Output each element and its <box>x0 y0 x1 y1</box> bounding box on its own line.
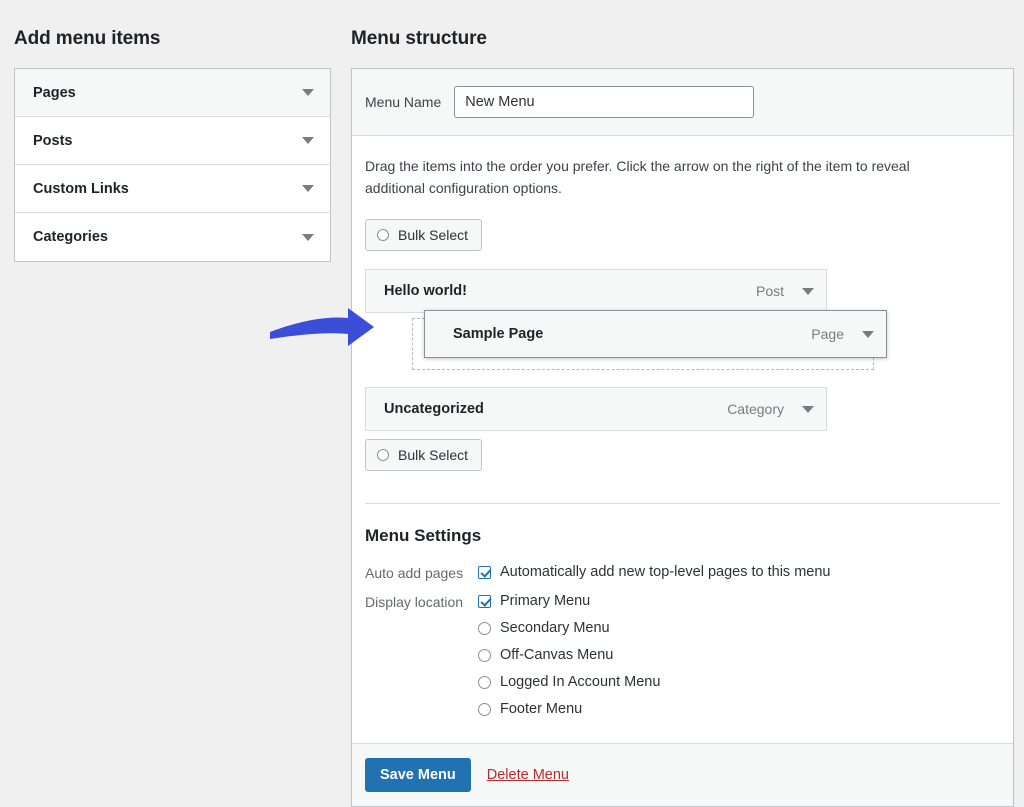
checkbox-label: Secondary Menu <box>500 620 610 637</box>
auto-add-pages-row: Auto add pages Automatically add new top… <box>365 564 1000 581</box>
checkbox-auto-add-pages[interactable]: Automatically add new top-level pages to… <box>478 564 830 580</box>
bulk-select-bottom-button[interactable]: Bulk Select <box>365 439 483 472</box>
add-menu-items-accordion: Pages Posts Custom Links Categories <box>14 68 331 262</box>
delete-menu-link[interactable]: Delete Menu <box>487 767 569 783</box>
bulk-select-top-button[interactable]: Bulk Select <box>365 219 483 252</box>
checkbox-icon-unchecked[interactable] <box>478 621 491 635</box>
menu-item-uncategorized[interactable]: Uncategorized Category <box>365 387 827 432</box>
checkbox-label: Off-Canvas Menu <box>500 647 614 664</box>
accordion-item-posts[interactable]: Posts <box>15 117 330 165</box>
menu-structure-panel: Menu structure Menu Name Drag the items … <box>351 28 1014 807</box>
menu-item-title: Hello world! <box>384 283 467 300</box>
drag-help-text: Drag the items into the order you prefer… <box>365 158 910 196</box>
checkbox-label: Automatically add new top-level pages to… <box>500 564 831 581</box>
chevron-down-icon[interactable] <box>302 233 314 241</box>
accordion-item-pages[interactable]: Pages <box>15 69 330 117</box>
menu-item-type: Post <box>755 283 784 300</box>
checkbox-label: Primary Menu <box>500 593 591 610</box>
panel-footer: Save Menu Delete Menu <box>352 743 1013 807</box>
menu-settings-title: Menu Settings <box>365 526 482 546</box>
menu-name-input[interactable] <box>454 86 755 118</box>
menu-item-type: Page <box>811 326 844 343</box>
checkbox-primary-menu[interactable]: Primary Menu <box>478 593 660 609</box>
save-menu-button[interactable]: Save Menu <box>365 758 471 793</box>
chevron-down-icon[interactable] <box>302 89 314 96</box>
menu-panel: Menu Name Drag the items into the order … <box>351 68 1014 807</box>
display-location-row: Display location Primary Menu Secondary … <box>365 593 1000 717</box>
radio-circle-icon <box>377 449 389 462</box>
display-location-options: Primary Menu Secondary Menu Off-Canvas M… <box>478 593 660 717</box>
bulk-select-top-label: Bulk Select <box>398 227 469 244</box>
menu-structure-heading: Menu structure <box>351 28 487 49</box>
chevron-down-icon[interactable] <box>302 185 314 192</box>
menu-item-type: Category <box>727 401 784 418</box>
chevron-down-icon[interactable] <box>302 137 314 144</box>
bulk-select-bottom-wrap: Bulk Select <box>365 439 1000 472</box>
checkbox-off-canvas-menu[interactable]: Off-Canvas Menu <box>478 647 660 663</box>
menu-body: Drag the items into the order you prefer… <box>352 136 1013 717</box>
checkbox-icon-unchecked[interactable] <box>478 675 491 689</box>
checkbox-logged-in-account-menu[interactable]: Logged In Account Menu <box>478 674 660 690</box>
checkbox-icon-unchecked[interactable] <box>478 648 491 662</box>
radio-circle-icon <box>377 229 389 242</box>
accordion-label-custom-links: Custom Links <box>33 180 129 197</box>
add-menu-items-heading: Add menu items <box>14 28 161 49</box>
checkbox-icon-checked[interactable] <box>478 565 491 579</box>
auto-add-pages-label: Auto add pages <box>365 565 464 582</box>
accordion-item-categories[interactable]: Categories <box>15 213 330 261</box>
accordion-label-posts: Posts <box>33 132 73 149</box>
menu-name-bar: Menu Name <box>352 69 1013 136</box>
accordion-item-custom-links[interactable]: Custom Links <box>15 165 330 213</box>
display-location-label: Display location <box>365 594 464 611</box>
chevron-down-icon[interactable] <box>802 287 814 295</box>
chevron-down-icon[interactable] <box>862 330 874 338</box>
menu-item-hello-world[interactable]: Hello world! Post <box>365 269 827 314</box>
checkbox-label: Logged In Account Menu <box>500 674 661 691</box>
menu-name-label: Menu Name <box>365 94 442 110</box>
menu-item-sample-page-dragging[interactable]: Sample Page Page <box>424 310 887 359</box>
accordion-label-pages: Pages <box>33 84 76 101</box>
auto-add-pages-options: Automatically add new top-level pages to… <box>478 564 830 580</box>
chevron-down-icon[interactable] <box>802 405 814 413</box>
bulk-select-bottom-label: Bulk Select <box>398 447 469 464</box>
checkbox-secondary-menu[interactable]: Secondary Menu <box>478 620 660 636</box>
menu-item-title: Uncategorized <box>384 401 484 418</box>
checkbox-label: Footer Menu <box>500 701 583 718</box>
menu-settings-section: Menu Settings Auto add pages Automatical… <box>365 503 1000 717</box>
menu-item-title: Sample Page <box>453 326 544 343</box>
checkbox-icon-checked[interactable] <box>478 594 491 608</box>
add-menu-items-panel: Add menu items Pages Posts Custom Links … <box>14 28 331 262</box>
accordion-label-categories: Categories <box>33 229 108 245</box>
checkbox-icon-unchecked[interactable] <box>478 702 491 716</box>
menu-items-list: Hello world! Post Sample Page Page Uncat… <box>365 269 1000 437</box>
checkbox-footer-menu[interactable]: Footer Menu <box>478 701 660 717</box>
